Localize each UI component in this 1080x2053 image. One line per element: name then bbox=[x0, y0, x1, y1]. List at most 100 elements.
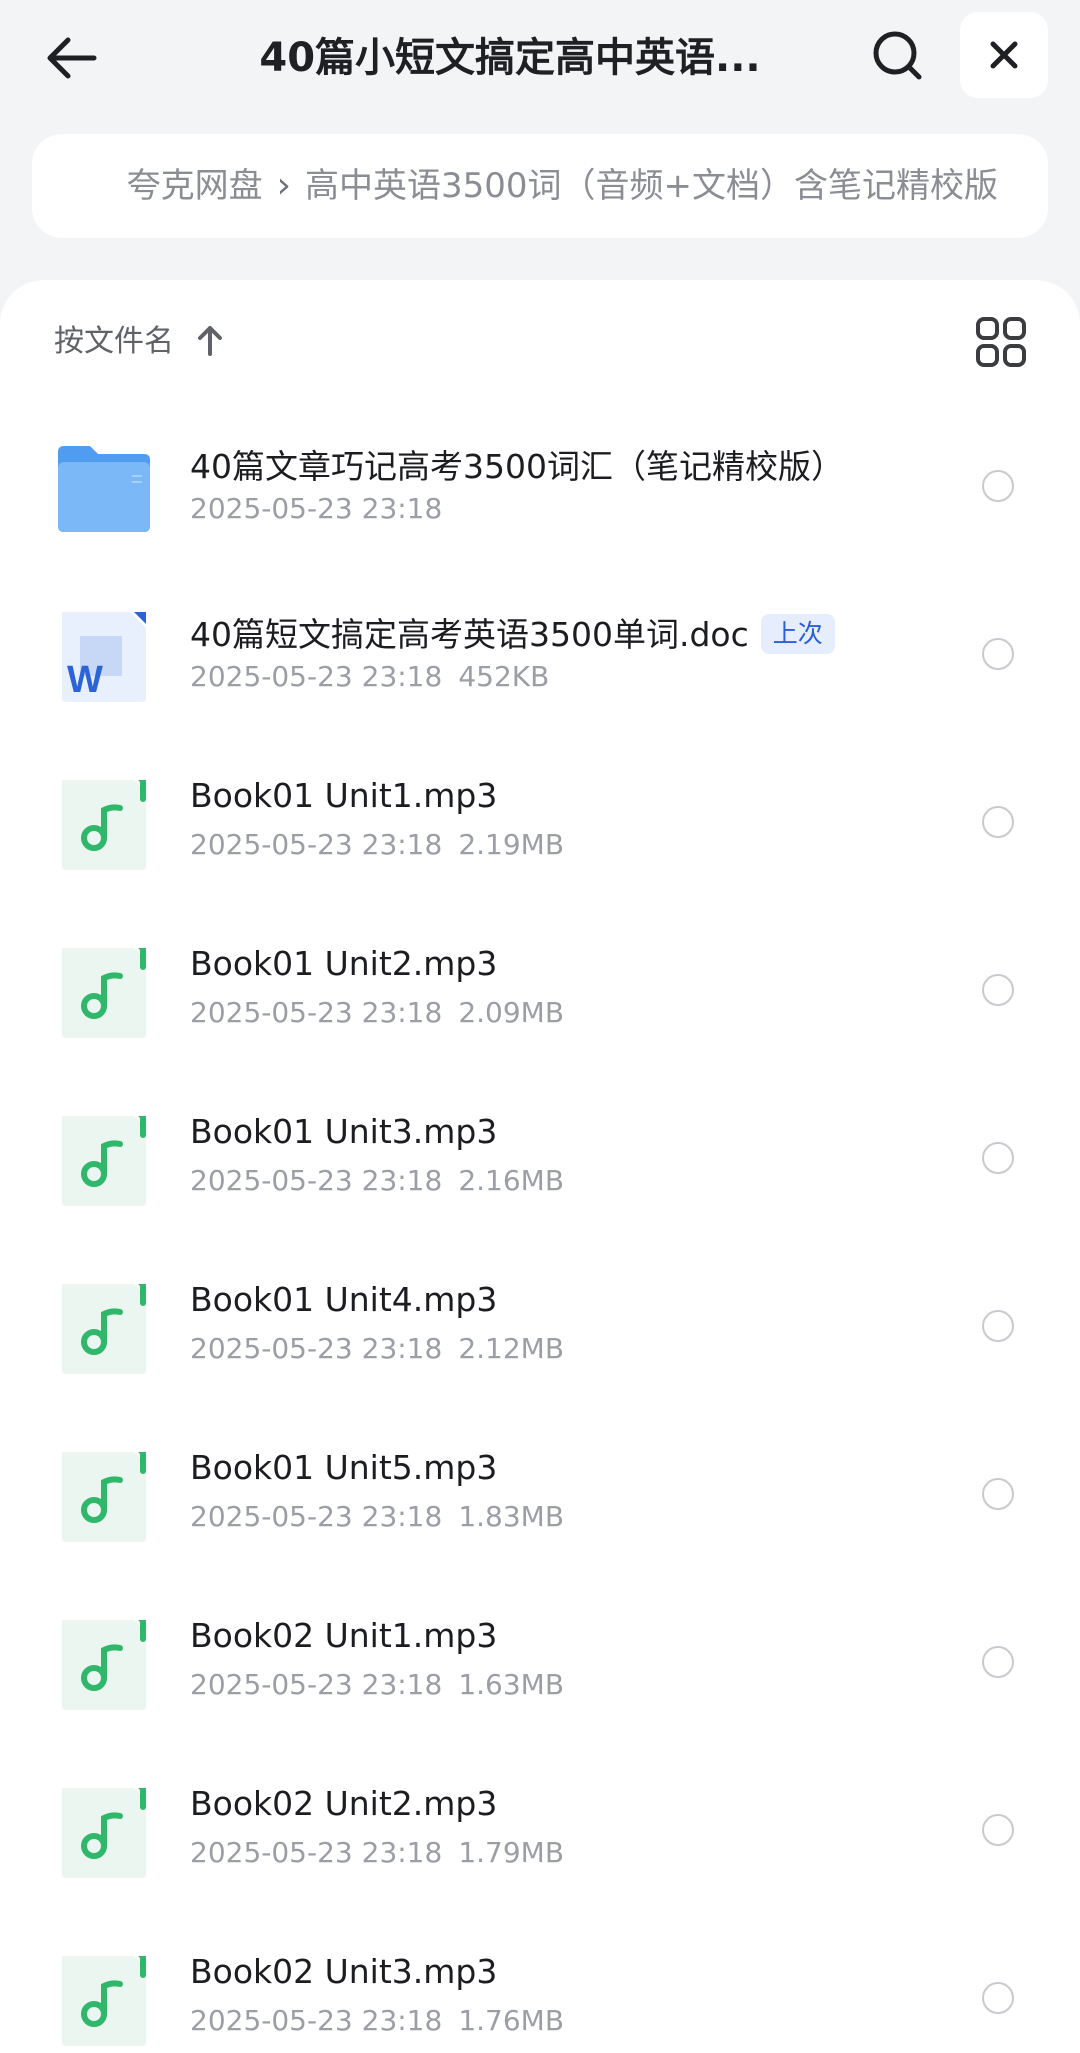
file-name: Book01 Unit1.mp3 bbox=[190, 776, 497, 815]
file-meta: 2025-05-23 23:18 2.12MB bbox=[190, 1332, 564, 1365]
page-title: 40篇小短文搞定高中英语... bbox=[259, 35, 761, 81]
breadcrumb-track: 夸克网盘 › 高中英语3500词（音频+文档）含笔记精校版 bbox=[127, 134, 998, 238]
file-row[interactable]: Book02 Unit2.mp3 2025-05-23 23:18 1.79MB bbox=[0, 1744, 1080, 1912]
audio-file-icon bbox=[62, 780, 146, 870]
file-meta: 2025-05-23 23:18 1.63MB bbox=[190, 1668, 564, 1701]
file-size: 1.63MB bbox=[458, 1668, 565, 1701]
search-icon bbox=[873, 31, 922, 80]
sort-by-name-button[interactable]: 按文件名 bbox=[54, 316, 174, 360]
file-name-text: 40篇文章巧记高考3500词汇（笔记精校版） bbox=[190, 447, 844, 486]
audio-file-icon bbox=[62, 1284, 146, 1374]
audio-file-icon bbox=[62, 1788, 146, 1878]
file-name-text: Book01 Unit3.mp3 bbox=[190, 1112, 498, 1151]
file-name: 40篇短文搞定高考英语3500单词.doc 上次 bbox=[190, 608, 835, 656]
audio-file-icon bbox=[62, 1956, 146, 2046]
arrow-up-icon[interactable] bbox=[190, 320, 230, 360]
select-radio[interactable] bbox=[982, 974, 1014, 1006]
file-date: 2025-05-23 23:18 bbox=[190, 1836, 443, 1869]
file-date: 2025-05-23 23:18 bbox=[190, 1332, 443, 1365]
file-size: 452KB bbox=[458, 660, 550, 693]
last-opened-badge: 上次 bbox=[760, 614, 835, 654]
file-row[interactable]: Book02 Unit3.mp3 2025-05-23 23:18 1.76MB bbox=[0, 1912, 1080, 2053]
close-icon bbox=[990, 41, 1018, 69]
file-row[interactable]: Book01 Unit1.mp3 2025-05-23 23:18 2.19MB bbox=[0, 736, 1080, 904]
file-date: 2025-05-23 23:18 bbox=[190, 492, 443, 525]
select-radio[interactable] bbox=[982, 1646, 1014, 1678]
file-row[interactable]: Book01 Unit3.mp3 2025-05-23 23:18 2.16MB bbox=[0, 1072, 1080, 1240]
file-row[interactable]: Book01 Unit5.mp3 2025-05-23 23:18 1.83MB bbox=[0, 1408, 1080, 1576]
file-meta: 2025-05-23 23:18 1.79MB bbox=[190, 1836, 564, 1869]
file-row[interactable]: Book02 Unit1.mp3 2025-05-23 23:18 1.63MB bbox=[0, 1576, 1080, 1744]
file-date: 2025-05-23 23:18 bbox=[190, 996, 443, 1029]
close-button[interactable] bbox=[960, 12, 1048, 98]
file-meta: 2025-05-23 23:18 1.83MB bbox=[190, 1500, 564, 1533]
file-size: 1.79MB bbox=[458, 1836, 565, 1869]
back-button[interactable] bbox=[36, 22, 108, 94]
file-name: Book01 Unit5.mp3 bbox=[190, 1448, 497, 1487]
file-date: 2025-05-23 23:18 bbox=[190, 1500, 443, 1533]
app-root: 40篇小短文搞定高中英语... 夸克网盘 › 高中英语3500词（音频+文档）含… bbox=[0, 0, 1080, 2053]
file-meta: 2025-05-23 23:18 1.76MB bbox=[190, 2004, 564, 2037]
file-meta: 2025-05-23 23:18 2.19MB bbox=[190, 828, 564, 861]
file-size: 2.12MB bbox=[458, 1332, 565, 1365]
select-radio[interactable] bbox=[982, 470, 1014, 502]
select-radio[interactable] bbox=[982, 1982, 1014, 2014]
select-radio[interactable] bbox=[982, 1310, 1014, 1342]
file-name: Book02 Unit2.mp3 bbox=[190, 1784, 497, 1823]
breadcrumb-root[interactable]: 夸克网盘 bbox=[127, 134, 263, 238]
file-size: 2.19MB bbox=[458, 828, 565, 861]
file-list-panel: 按文件名 40篇文章巧记高考3500词汇（笔记精校版） 2025-05-23 23… bbox=[0, 280, 1080, 2053]
file-name-text: 40篇短文搞定高考英语3500单词.doc bbox=[190, 615, 749, 654]
file-name: Book02 Unit3.mp3 bbox=[190, 1952, 497, 1991]
file-meta: 2025-05-23 23:18 2.16MB bbox=[190, 1164, 564, 1197]
select-radio[interactable] bbox=[982, 1814, 1014, 1846]
file-row[interactable]: W 40篇短文搞定高考英语3500单词.doc 上次 2025-05-23 23:1… bbox=[0, 568, 1080, 736]
file-list: 40篇文章巧记高考3500词汇（笔记精校版） 2025-05-23 23:18 W… bbox=[0, 400, 1080, 2053]
file-date: 2025-05-23 23:18 bbox=[190, 1668, 443, 1701]
file-name-text: Book01 Unit1.mp3 bbox=[190, 776, 498, 815]
file-name: Book01 Unit3.mp3 bbox=[190, 1112, 497, 1151]
file-name: Book01 Unit2.mp3 bbox=[190, 944, 497, 983]
file-name-text: Book02 Unit1.mp3 bbox=[190, 1616, 498, 1655]
audio-file-icon bbox=[62, 1116, 146, 1206]
file-name-text: Book02 Unit3.mp3 bbox=[190, 1952, 498, 1991]
top-bar: 40篇小短文搞定高中英语... bbox=[0, 0, 1080, 115]
select-radio[interactable] bbox=[982, 806, 1014, 838]
file-size: 1.83MB bbox=[458, 1500, 565, 1533]
file-size: 2.09MB bbox=[458, 996, 565, 1029]
file-row[interactable]: Book01 Unit4.mp3 2025-05-23 23:18 2.12MB bbox=[0, 1240, 1080, 1408]
svg-text:W: W bbox=[67, 659, 103, 701]
file-size: 2.16MB bbox=[458, 1164, 565, 1197]
folder-icon bbox=[58, 446, 150, 532]
file-meta: 2025-05-23 23:18 452KB bbox=[190, 660, 549, 693]
file-meta: 2025-05-23 23:18 2.09MB bbox=[190, 996, 564, 1029]
grid-view-icon[interactable] bbox=[974, 315, 1028, 369]
file-name-text: Book01 Unit5.mp3 bbox=[190, 1448, 498, 1487]
arrow-left-icon bbox=[47, 37, 97, 79]
file-date: 2025-05-23 23:18 bbox=[190, 660, 443, 693]
file-name-text: Book01 Unit4.mp3 bbox=[190, 1280, 498, 1319]
file-name-text: Book02 Unit2.mp3 bbox=[190, 1784, 498, 1823]
select-radio[interactable] bbox=[982, 1478, 1014, 1510]
file-size: 1.76MB bbox=[458, 2004, 565, 2037]
file-date: 2025-05-23 23:18 bbox=[190, 1164, 443, 1197]
search-button[interactable] bbox=[860, 18, 936, 94]
file-name: Book02 Unit1.mp3 bbox=[190, 1616, 497, 1655]
file-name-text: Book01 Unit2.mp3 bbox=[190, 944, 498, 983]
audio-file-icon bbox=[62, 1452, 146, 1542]
breadcrumb-current[interactable]: 高中英语3500词（音频+文档）含笔记精校版 bbox=[305, 134, 998, 238]
audio-file-icon bbox=[62, 948, 146, 1038]
file-row[interactable]: Book01 Unit2.mp3 2025-05-23 23:18 2.09MB bbox=[0, 904, 1080, 1072]
file-name: Book01 Unit4.mp3 bbox=[190, 1280, 497, 1319]
select-radio[interactable] bbox=[982, 638, 1014, 670]
audio-file-icon bbox=[62, 1620, 146, 1710]
file-row[interactable]: 40篇文章巧记高考3500词汇（笔记精校版） 2025-05-23 23:18 bbox=[0, 400, 1080, 568]
word-doc-icon: W bbox=[62, 612, 146, 702]
breadcrumb: 夸克网盘 › 高中英语3500词（音频+文档）含笔记精校版 bbox=[32, 134, 1048, 238]
file-meta: 2025-05-23 23:18 bbox=[190, 492, 442, 525]
file-name: 40篇文章巧记高考3500词汇（笔记精校版） bbox=[190, 440, 844, 488]
sort-bar: 按文件名 bbox=[0, 280, 1080, 400]
file-date: 2025-05-23 23:18 bbox=[190, 828, 443, 861]
chevron-right-icon: › bbox=[276, 165, 291, 206]
select-radio[interactable] bbox=[982, 1142, 1014, 1174]
